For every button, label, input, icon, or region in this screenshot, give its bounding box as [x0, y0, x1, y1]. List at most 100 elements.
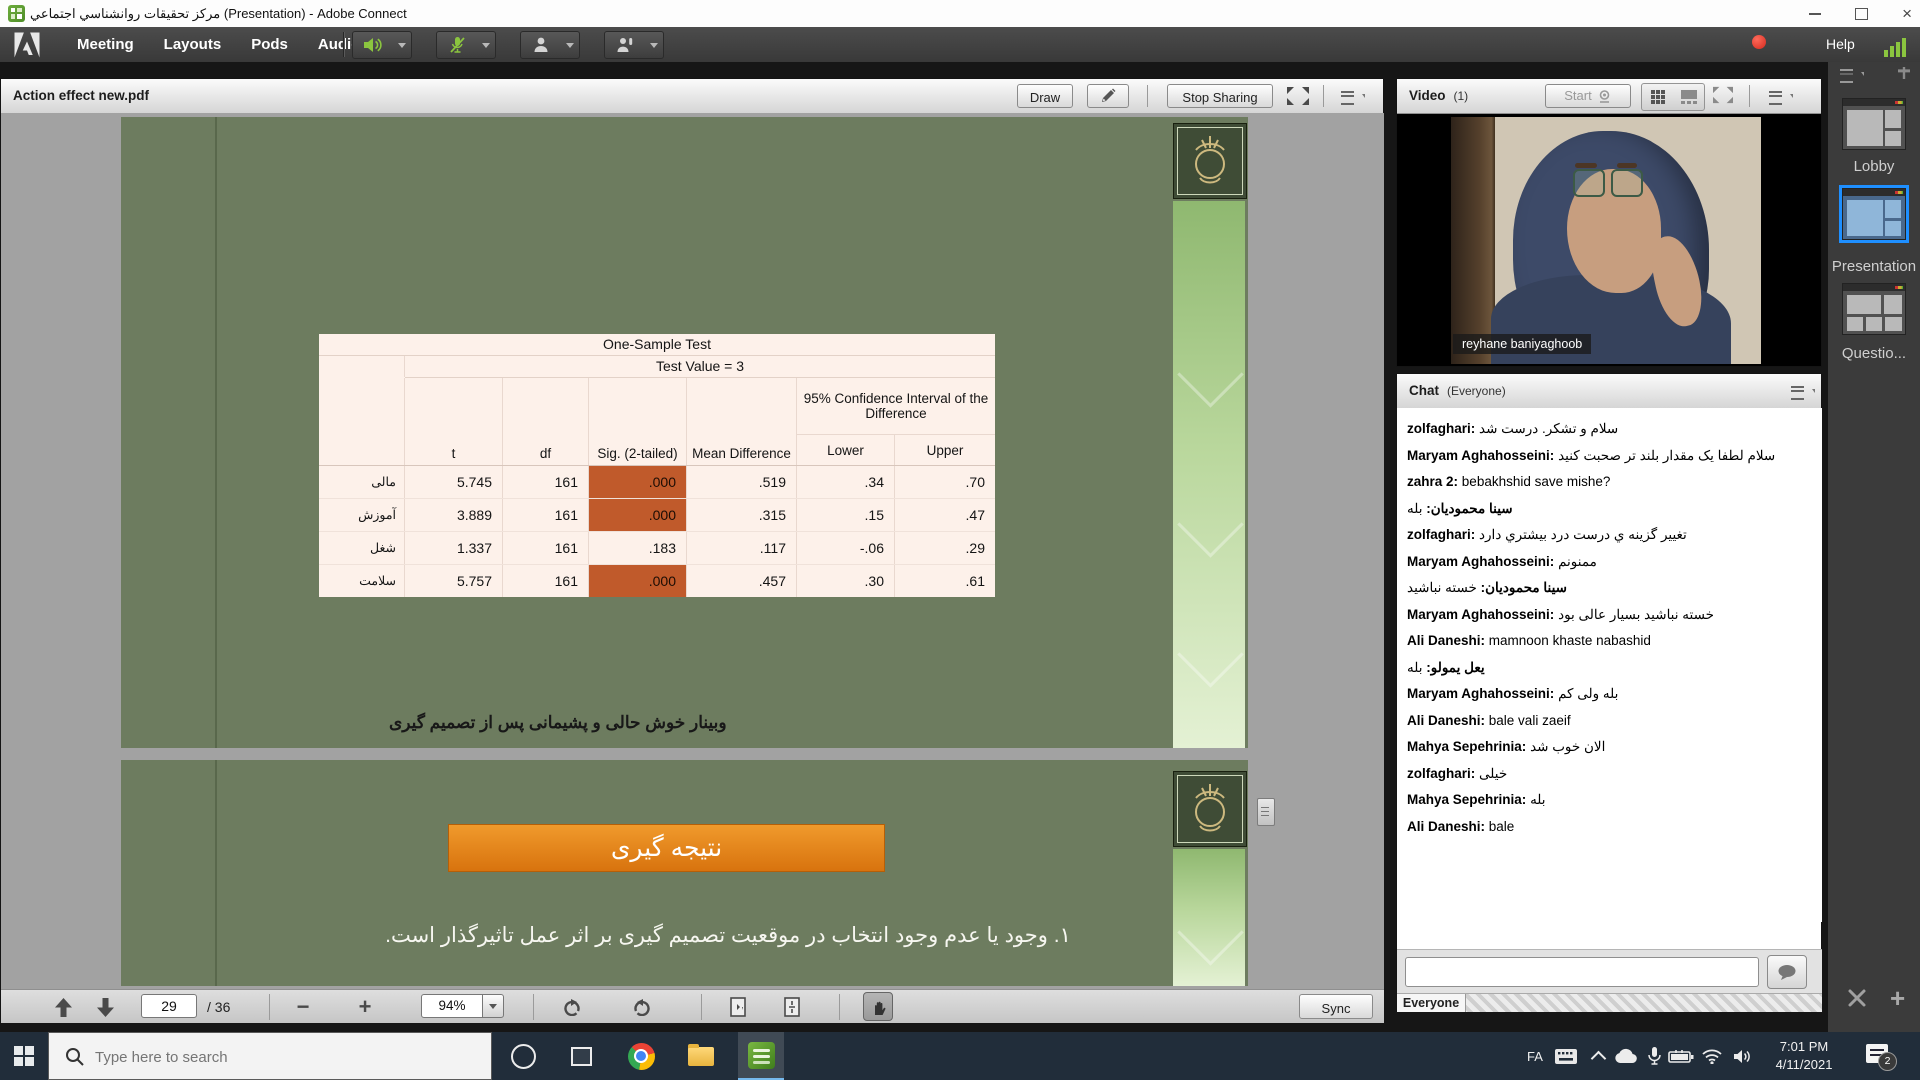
- microphone-options-caret[interactable]: [476, 31, 496, 59]
- menu-item[interactable]: Meeting: [77, 36, 134, 53]
- chat-input[interactable]: [1405, 957, 1759, 987]
- action-center-icon[interactable]: 2: [1866, 1044, 1890, 1065]
- share-pod: Action effect new.pdf Draw Stop Sharing: [0, 78, 1384, 1022]
- speech-bubble-icon: [1777, 964, 1797, 980]
- adobe-logo-icon[interactable]: [12, 30, 42, 60]
- file-explorer-icon[interactable]: [678, 1032, 724, 1080]
- grid-view-icon[interactable]: [1642, 84, 1673, 110]
- chat-message: سینا محمودیان: خسته نباشید: [1407, 579, 1823, 596]
- chat-message: zolfaghari: تغییر گزینه ي درست درد بیشتر…: [1407, 526, 1823, 543]
- previous-page-button[interactable]: [49, 995, 77, 1019]
- fullscreen-icon[interactable]: [1285, 85, 1311, 107]
- draw-button[interactable]: Draw: [1017, 84, 1073, 108]
- cortana-button[interactable]: [500, 1032, 546, 1080]
- touch-keyboard-icon[interactable]: [1550, 1032, 1582, 1080]
- zoom-in-button[interactable]: +: [351, 995, 379, 1019]
- video-fullscreen-icon[interactable]: [1711, 85, 1735, 110]
- chat-message: Mahya Sepehrinia: بله: [1407, 791, 1823, 808]
- close-button[interactable]: ×: [1902, 0, 1912, 27]
- chat-text: بله: [1407, 660, 1422, 675]
- onedrive-icon[interactable]: [1608, 1032, 1642, 1080]
- webcam-video: reyhane baniyaghoob: [1451, 117, 1761, 364]
- minimize-button[interactable]: [1809, 13, 1821, 15]
- sig-cell: .000: [589, 466, 687, 498]
- chat-sender: zahra 2:: [1407, 474, 1458, 489]
- menu-item[interactable]: Layouts: [164, 36, 222, 53]
- video-pod-menu-icon[interactable]: [1769, 90, 1793, 103]
- chat-sender: zolfaghari:: [1407, 527, 1475, 542]
- zoom-level-value[interactable]: 94%: [421, 994, 483, 1018]
- chat-sender: Ali Daneshi:: [1407, 633, 1485, 648]
- document-scrollbar[interactable]: [1257, 798, 1275, 826]
- microphone-button[interactable]: [436, 31, 478, 59]
- wifi-icon[interactable]: [1696, 1032, 1728, 1080]
- connection-status-icon[interactable]: [1884, 35, 1914, 57]
- table-row: سلامت 5.757 161 .000 .457 .30 .61: [319, 565, 995, 597]
- hand-tool-button[interactable]: [863, 992, 893, 1021]
- zoom-out-button[interactable]: −: [289, 995, 317, 1019]
- help-menu[interactable]: Help: [1826, 27, 1855, 62]
- status-button[interactable]: [520, 31, 562, 59]
- pin-panel-icon[interactable]: [1898, 67, 1910, 79]
- zoom-dropdown-caret[interactable]: [482, 994, 504, 1018]
- task-view-button[interactable]: [558, 1032, 604, 1080]
- status-options-caret[interactable]: [560, 31, 580, 59]
- page-number-input[interactable]: [141, 994, 197, 1018]
- speaker-button[interactable]: [352, 31, 394, 59]
- raise-hand-button[interactable]: [604, 31, 646, 59]
- row-label: مالی: [319, 466, 405, 498]
- chat-message-list[interactable]: zolfaghari: سلام و تشكر. درست شد Maryam …: [1397, 408, 1823, 922]
- chat-pod-menu-icon[interactable]: [1791, 385, 1815, 398]
- video-view-toggle[interactable]: [1641, 83, 1705, 111]
- webcam-icon: [1597, 90, 1612, 103]
- layout-thumbnail[interactable]: [1842, 188, 1906, 240]
- col-header-df: df: [503, 378, 589, 465]
- fit-width-button[interactable]: [723, 995, 753, 1019]
- toolbar-separator: [1147, 85, 1148, 107]
- filmstrip-view-icon[interactable]: [1673, 84, 1704, 110]
- chat-text: bale vali zaeif: [1489, 713, 1571, 728]
- fit-page-button[interactable]: [777, 995, 807, 1019]
- language-indicator[interactable]: FA: [1520, 1032, 1550, 1080]
- col-header-upper: Upper: [895, 435, 995, 465]
- next-page-button[interactable]: [91, 995, 119, 1019]
- layout-thumbnail[interactable]: [1842, 98, 1906, 150]
- pointer-tool-button[interactable]: [1087, 84, 1129, 108]
- table-test-value: Test Value = 3: [405, 356, 995, 378]
- search-icon: [65, 1047, 84, 1066]
- stop-sharing-button[interactable]: Stop Sharing: [1167, 84, 1273, 108]
- pod-gap: [1384, 62, 1396, 1032]
- volume-icon[interactable]: [1726, 1032, 1758, 1080]
- video-pod-title: Video: [1409, 88, 1446, 103]
- rotate-right-button[interactable]: [627, 995, 657, 1019]
- maximize-button[interactable]: [1855, 8, 1868, 20]
- start-button[interactable]: [14, 1046, 34, 1066]
- menu-item[interactable]: Pods: [251, 36, 288, 53]
- add-pod-icon[interactable]: +: [1890, 988, 1905, 1008]
- chat-message: Maryam Aghahosseini: سلام لطفا یک مقدار …: [1407, 447, 1823, 464]
- participant-name-label: reyhane baniyaghoob: [1453, 334, 1591, 354]
- tab-everyone[interactable]: Everyone: [1397, 994, 1466, 1012]
- tools-icon[interactable]: [1846, 987, 1868, 1009]
- send-message-button[interactable]: [1767, 955, 1807, 989]
- sync-button[interactable]: Sync: [1299, 994, 1373, 1019]
- chat-message: Mahya Sepehrinia: الان خوب شد: [1407, 738, 1823, 755]
- adobe-connect-taskbar-icon[interactable]: [738, 1032, 784, 1080]
- share-pod-header: Action effect new.pdf Draw Stop Sharing: [1, 79, 1383, 114]
- taskbar-search[interactable]: [48, 1032, 492, 1080]
- recording-indicator-icon: [1752, 35, 1766, 49]
- start-webcam-button[interactable]: Start: [1545, 84, 1631, 108]
- search-input[interactable]: [93, 1041, 477, 1073]
- conclusion-banner: نتیجه گیری: [448, 824, 885, 872]
- raise-hand-options-caret[interactable]: [644, 31, 664, 59]
- speaker-options-caret[interactable]: [392, 31, 412, 59]
- layout-panel-menu-icon[interactable]: [1840, 68, 1864, 81]
- taskbar-clock[interactable]: 7:01 PM 4/11/2021: [1756, 1038, 1852, 1074]
- rotate-left-button[interactable]: [557, 995, 587, 1019]
- battery-icon[interactable]: [1664, 1032, 1698, 1080]
- layout-thumbnail[interactable]: [1842, 283, 1906, 335]
- chat-tab-bar: Everyone: [1397, 993, 1823, 1012]
- chrome-icon[interactable]: [618, 1032, 664, 1080]
- document-view[interactable]: One-Sample Test Test Value = 3 t df Sig.…: [1, 113, 1385, 989]
- share-pod-menu-icon[interactable]: [1341, 90, 1365, 103]
